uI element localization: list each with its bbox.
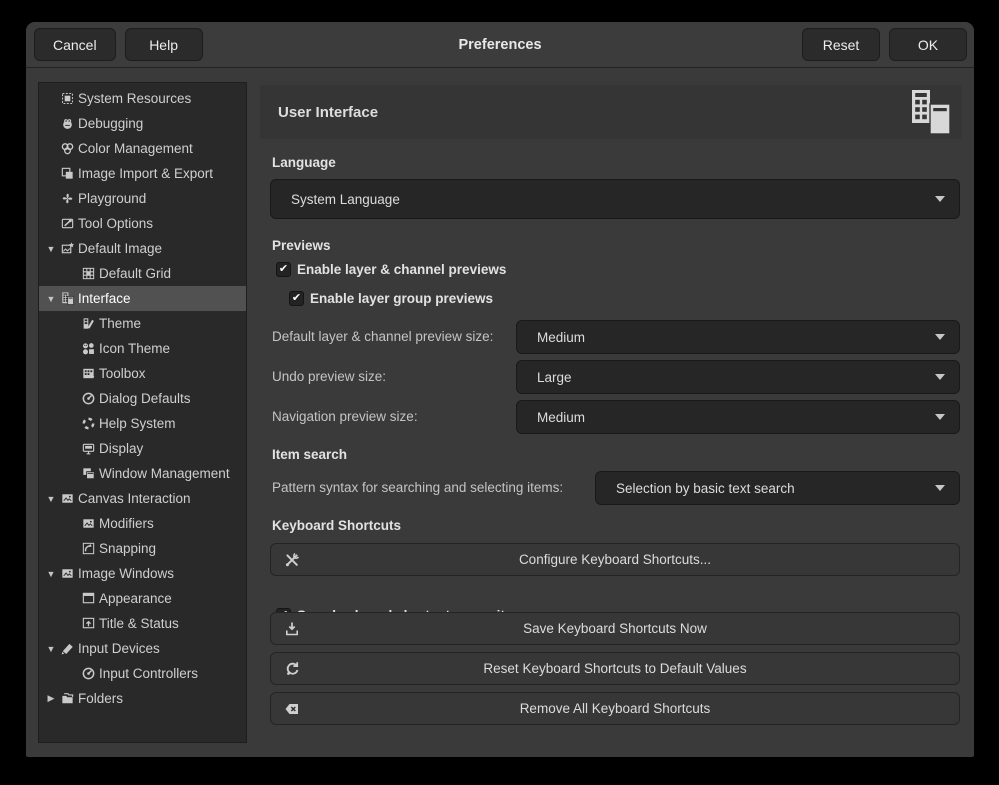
chevron-down-icon bbox=[935, 414, 945, 420]
chevron-down-icon bbox=[935, 334, 945, 340]
enable-layer-channel-previews-checkbox[interactable]: ✔ bbox=[276, 262, 291, 277]
chevron-down-icon bbox=[935, 485, 945, 491]
previews-section-label: Previews bbox=[272, 238, 331, 253]
configure-keyboard-shortcuts-label: Configure Keyboard Shortcuts... bbox=[519, 552, 711, 567]
user-interface-icon bbox=[905, 89, 955, 135]
chevron-down-icon bbox=[935, 374, 945, 380]
pattern-syntax-label: Pattern syntax for searching and selecti… bbox=[272, 480, 563, 495]
default-preview-size-value: Medium bbox=[537, 330, 935, 345]
configure-keyboard-shortcuts-button[interactable]: Configure Keyboard Shortcuts... bbox=[270, 543, 960, 576]
undo-preview-size-label: Undo preview size: bbox=[272, 369, 386, 384]
undo-preview-size-value: Large bbox=[537, 370, 935, 385]
help-button[interactable]: Help bbox=[125, 28, 203, 61]
pattern-syntax-value: Selection by basic text search bbox=[616, 481, 935, 496]
titlebar-right-buttons: Reset OK bbox=[802, 28, 967, 61]
navigation-preview-size-label: Navigation preview size: bbox=[272, 409, 418, 424]
chevron-down-icon bbox=[935, 196, 945, 202]
pattern-syntax-dropdown[interactable]: Selection by basic text search bbox=[595, 471, 960, 505]
save-keyboard-shortcuts-now-button[interactable]: Save Keyboard Shortcuts Now bbox=[270, 612, 960, 645]
language-label: Language bbox=[272, 155, 336, 170]
reset-keyboard-shortcuts-label: Reset Keyboard Shortcuts to Default Valu… bbox=[483, 661, 746, 676]
remove-all-keyboard-shortcuts-button[interactable]: Remove All Keyboard Shortcuts bbox=[270, 692, 960, 725]
navigation-preview-size-dropdown[interactable]: Medium bbox=[516, 400, 960, 434]
navigation-preview-size-value: Medium bbox=[537, 410, 935, 425]
save-keyboard-shortcuts-now-label: Save Keyboard Shortcuts Now bbox=[523, 621, 707, 636]
ok-button[interactable]: OK bbox=[889, 28, 967, 61]
page-title: User Interface bbox=[278, 104, 378, 121]
backspace-icon bbox=[284, 701, 300, 717]
page-header: User Interface bbox=[260, 85, 962, 139]
preferences-dialog: Cancel Help Preferences Reset OK System … bbox=[26, 22, 974, 757]
remove-all-keyboard-shortcuts-label: Remove All Keyboard Shortcuts bbox=[520, 701, 711, 716]
item-search-section-label: Item search bbox=[272, 447, 347, 462]
keyboard-shortcuts-section-label: Keyboard Shortcuts bbox=[272, 518, 401, 533]
titlebar-left-buttons: Cancel Help bbox=[34, 28, 203, 61]
enable-layer-channel-previews-label[interactable]: Enable layer & channel previews bbox=[297, 262, 506, 277]
language-dropdown[interactable]: System Language bbox=[270, 179, 960, 219]
tools-icon bbox=[284, 552, 300, 568]
reset-icon bbox=[284, 661, 300, 677]
enable-layer-group-previews-checkbox[interactable]: ✔ bbox=[289, 291, 304, 306]
enable-layer-group-previews-label[interactable]: Enable layer group previews bbox=[310, 291, 493, 306]
reset-keyboard-shortcuts-button[interactable]: Reset Keyboard Shortcuts to Default Valu… bbox=[270, 652, 960, 685]
language-value: System Language bbox=[291, 192, 935, 207]
undo-preview-size-dropdown[interactable]: Large bbox=[516, 360, 960, 394]
default-preview-size-dropdown[interactable]: Medium bbox=[516, 320, 960, 354]
save-icon bbox=[284, 621, 300, 637]
default-preview-size-label: Default layer & channel preview size: bbox=[272, 329, 493, 344]
settings-panel: User Interface Language System Language … bbox=[26, 22, 974, 757]
cancel-button[interactable]: Cancel bbox=[34, 28, 116, 61]
reset-button[interactable]: Reset bbox=[802, 28, 880, 61]
